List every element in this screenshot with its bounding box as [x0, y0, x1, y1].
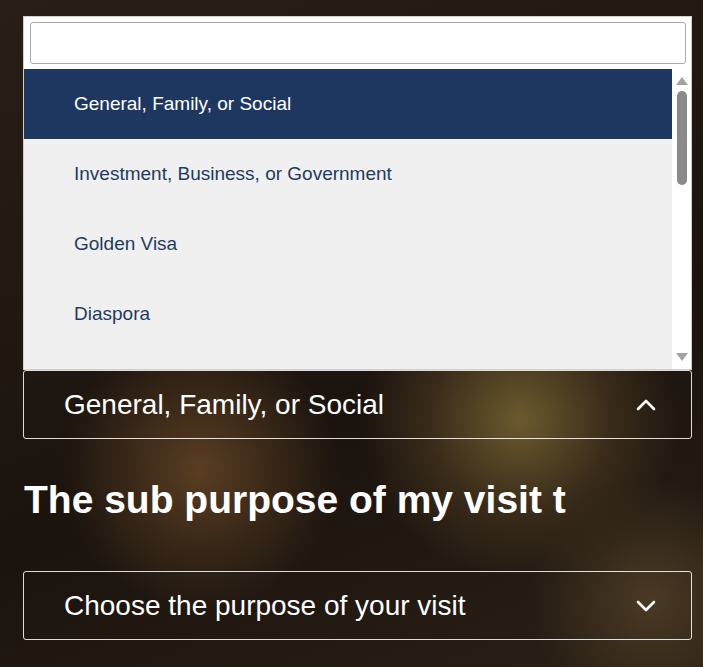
- dropdown-option[interactable]: Golden Visa: [24, 209, 672, 279]
- sub-purpose-placeholder: Choose the purpose of your visit: [64, 590, 466, 622]
- scroll-up-icon[interactable]: [676, 77, 688, 85]
- scrollbar[interactable]: [672, 69, 691, 369]
- scroll-down-icon[interactable]: [676, 353, 688, 361]
- options-list: General, Family, or SocialInvestment, Bu…: [24, 69, 691, 369]
- page: General, Family, or Social The sub purpo…: [0, 0, 703, 667]
- purpose-select[interactable]: General, Family, or Social: [23, 370, 692, 439]
- dropdown-option[interactable]: Diaspora: [24, 279, 672, 349]
- dropdown-panel: General, Family, or SocialInvestment, Bu…: [23, 16, 692, 370]
- search-input[interactable]: [30, 22, 686, 64]
- sub-purpose-select[interactable]: Choose the purpose of your visit: [23, 571, 692, 640]
- dropdown-option[interactable]: Investment, Business, or Government: [24, 139, 672, 209]
- purpose-select-value: General, Family, or Social: [64, 389, 384, 421]
- sub-purpose-heading: The sub purpose of my visit t: [24, 470, 703, 530]
- dropdown-option[interactable]: General, Family, or Social: [24, 69, 672, 139]
- chevron-icon: [635, 398, 657, 412]
- scroll-thumb[interactable]: [677, 91, 687, 185]
- chevron-icon: [635, 599, 657, 613]
